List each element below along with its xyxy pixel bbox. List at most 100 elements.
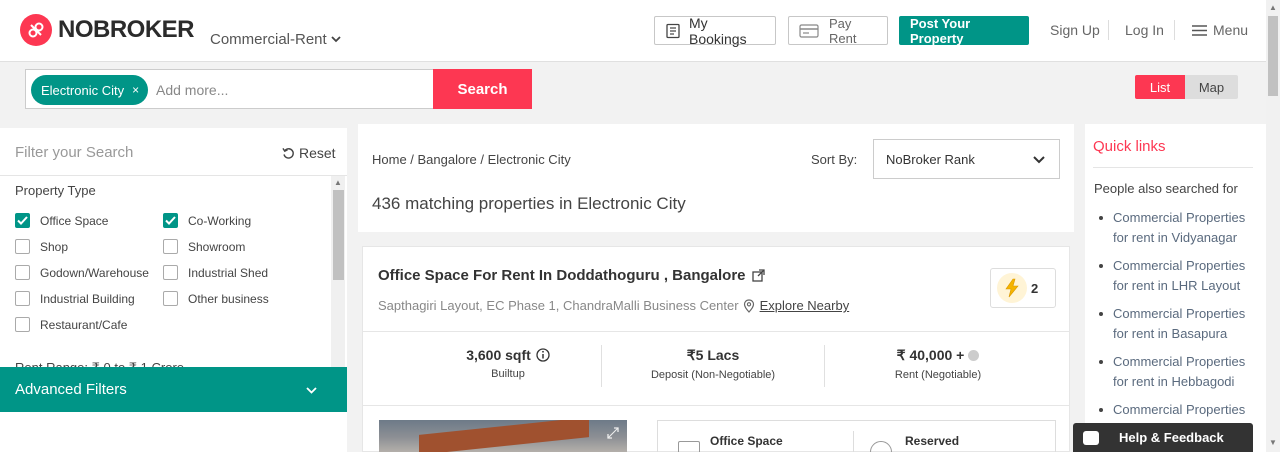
help-feedback-label: Help & Feedback bbox=[1119, 430, 1224, 445]
checkbox-label: Shop bbox=[40, 239, 69, 254]
checkbox-label: Office Space bbox=[40, 213, 109, 228]
scroll-up-icon[interactable]: ▲ bbox=[334, 178, 342, 187]
page-scrollbar[interactable]: ▲ ▼ bbox=[1266, 0, 1280, 452]
bookings-icon bbox=[665, 23, 681, 39]
area-stat: 3,600 sqft Builtup bbox=[423, 347, 593, 380]
area-value: 3,600 sqft bbox=[466, 347, 531, 363]
scrollbar-thumb[interactable] bbox=[1268, 16, 1278, 96]
rent-value: ₹ 40,000 + bbox=[896, 347, 965, 363]
quick-link-item[interactable]: Commercial Properties for rent in Basapu… bbox=[1094, 304, 1262, 344]
property-title[interactable]: Office Space For Rent In Doddathoguru , … bbox=[378, 267, 765, 284]
quick-link-item[interactable]: Commercial Properties bbox=[1094, 400, 1262, 420]
parking-icon bbox=[870, 441, 892, 452]
checkbox-label: Industrial Building bbox=[40, 291, 135, 306]
list-view-button[interactable]: List bbox=[1135, 75, 1185, 99]
category-label: Commercial-Rent bbox=[210, 31, 327, 48]
close-icon[interactable]: × bbox=[132, 83, 139, 97]
checkbox-shop[interactable]: Shop bbox=[15, 239, 68, 254]
rent-stat: ₹ 40,000 + Rent (Negotiable) bbox=[838, 347, 1038, 381]
explore-nearby-link[interactable]: Explore Nearby bbox=[760, 298, 850, 313]
checkbox-label: Godown/Warehouse bbox=[40, 265, 149, 280]
post-property-button[interactable]: Post Your Property bbox=[899, 16, 1029, 46]
lightning-icon bbox=[997, 273, 1027, 303]
chat-bubble-icon bbox=[1083, 430, 1099, 445]
divider bbox=[601, 345, 602, 387]
building-icon bbox=[678, 441, 700, 452]
scrollbar-thumb[interactable] bbox=[333, 190, 344, 280]
header-divider bbox=[1108, 20, 1109, 40]
badge-count: 2 bbox=[1031, 280, 1039, 296]
location-chip[interactable]: Electronic City × bbox=[31, 75, 149, 105]
property-photo[interactable] bbox=[379, 420, 627, 452]
checkbox-label: Other business bbox=[188, 291, 269, 306]
boost-badge: 2 bbox=[990, 268, 1056, 308]
property-title-text: Office Space For Rent In Doddathoguru , … bbox=[378, 267, 746, 284]
pay-rent-label: Pay Rent bbox=[829, 15, 857, 46]
nobroker-logo[interactable]: NOBROKER bbox=[20, 14, 195, 46]
menu-label: Menu bbox=[1213, 22, 1249, 38]
checkbox-office-space[interactable]: Office Space bbox=[15, 213, 108, 228]
checkbox-industrial-building[interactable]: Industrial Building bbox=[15, 291, 135, 306]
sort-by-label: Sort By: bbox=[811, 152, 858, 167]
search-button[interactable]: Search bbox=[433, 69, 532, 109]
property-type-value: Office Space bbox=[710, 434, 783, 448]
reset-label: Reset bbox=[299, 145, 336, 161]
scroll-down-icon[interactable]: ▼ bbox=[1269, 438, 1277, 447]
checkbox-box bbox=[15, 317, 30, 332]
menu-button[interactable]: Menu bbox=[1192, 22, 1248, 38]
matching-count: 436 matching properties in Electronic Ci… bbox=[372, 194, 686, 213]
log-in-link[interactable]: Log In bbox=[1125, 22, 1164, 38]
logo-icon bbox=[20, 14, 52, 46]
expand-icon[interactable] bbox=[607, 426, 619, 444]
breadcrumb[interactable]: Home / Bangalore / Electronic City bbox=[372, 152, 571, 167]
advanced-filters-label: Advanced Filters bbox=[15, 381, 127, 398]
quick-links-list: Commercial Properties for rent in Vidyan… bbox=[1094, 208, 1262, 428]
checkbox-restaurant-cafe[interactable]: Restaurant/Cafe bbox=[15, 317, 127, 332]
divider bbox=[363, 331, 1069, 332]
external-link-icon[interactable] bbox=[751, 269, 765, 282]
deposit-stat: ₹5 Lacs Deposit (Non-Negotiable) bbox=[613, 347, 813, 381]
sort-value: NoBroker Rank bbox=[886, 151, 975, 167]
map-view-button[interactable]: Map bbox=[1185, 75, 1238, 99]
checkbox-industrial-shed[interactable]: Industrial Shed bbox=[163, 265, 268, 280]
pay-rent-button[interactable]: Pay Rent bbox=[788, 15, 888, 46]
category-dropdown[interactable]: Commercial-Rent bbox=[210, 31, 341, 48]
property-address: Sapthagiri Layout, EC Phase 1, ChandraMa… bbox=[378, 298, 739, 313]
quick-link-item[interactable]: Commercial Properties for rent in LHR La… bbox=[1094, 256, 1262, 296]
search-bar-row: Electronic City × Add more... Search Lis… bbox=[0, 62, 1266, 118]
checkbox-co-working[interactable]: Co-Working bbox=[163, 213, 251, 228]
view-toggle: List Map bbox=[1135, 75, 1238, 99]
checkbox-label: Showroom bbox=[188, 239, 246, 254]
property-info-box: Office Space Reserved bbox=[657, 420, 1056, 452]
chevron-down-icon bbox=[331, 34, 341, 46]
help-feedback-button[interactable]: Help & Feedback bbox=[1073, 423, 1253, 452]
my-bookings-button[interactable]: My Bookings bbox=[654, 15, 776, 47]
info-icon[interactable] bbox=[536, 348, 550, 362]
property-card[interactable]: Office Space For Rent In Doddathoguru , … bbox=[362, 246, 1070, 452]
checkbox-other-business[interactable]: Other business bbox=[163, 291, 269, 306]
card-icon bbox=[799, 23, 821, 39]
top-header: NOBROKER Commercial-Rent My Bookings Pay… bbox=[0, 0, 1266, 62]
quick-links-subtitle: People also searched for bbox=[1094, 181, 1238, 196]
location-pin-icon bbox=[743, 298, 754, 313]
quick-links-title: Quick links bbox=[1093, 138, 1166, 155]
sort-select[interactable]: NoBroker Rank bbox=[873, 139, 1060, 179]
search-input[interactable]: Add more... bbox=[156, 82, 228, 98]
rent-info-icon[interactable] bbox=[968, 350, 980, 361]
reset-button[interactable]: Reset bbox=[282, 145, 336, 161]
checkbox-godown-warehouse[interactable]: Godown/Warehouse bbox=[15, 265, 149, 280]
sign-up-link[interactable]: Sign Up bbox=[1050, 22, 1100, 38]
parking-value: Reserved bbox=[905, 434, 960, 448]
results-header: Home / Bangalore / Electronic City Sort … bbox=[358, 124, 1074, 232]
checkbox-showroom[interactable]: Showroom bbox=[163, 239, 245, 254]
divider bbox=[1093, 167, 1253, 168]
scroll-up-icon[interactable]: ▲ bbox=[1269, 3, 1277, 12]
search-input-box[interactable]: Electronic City × Add more... bbox=[25, 69, 433, 109]
advanced-filters-button[interactable]: Advanced Filters bbox=[0, 367, 347, 412]
checkbox-box bbox=[163, 291, 178, 306]
filter-scrollbar[interactable]: ▲ bbox=[331, 176, 345, 386]
quick-link-item[interactable]: Commercial Properties for rent in Hebbag… bbox=[1094, 352, 1262, 392]
quick-link-item[interactable]: Commercial Properties for rent in Vidyan… bbox=[1094, 208, 1262, 248]
checkbox-box bbox=[15, 291, 30, 306]
filter-search-input[interactable]: Filter your Search bbox=[15, 144, 133, 161]
